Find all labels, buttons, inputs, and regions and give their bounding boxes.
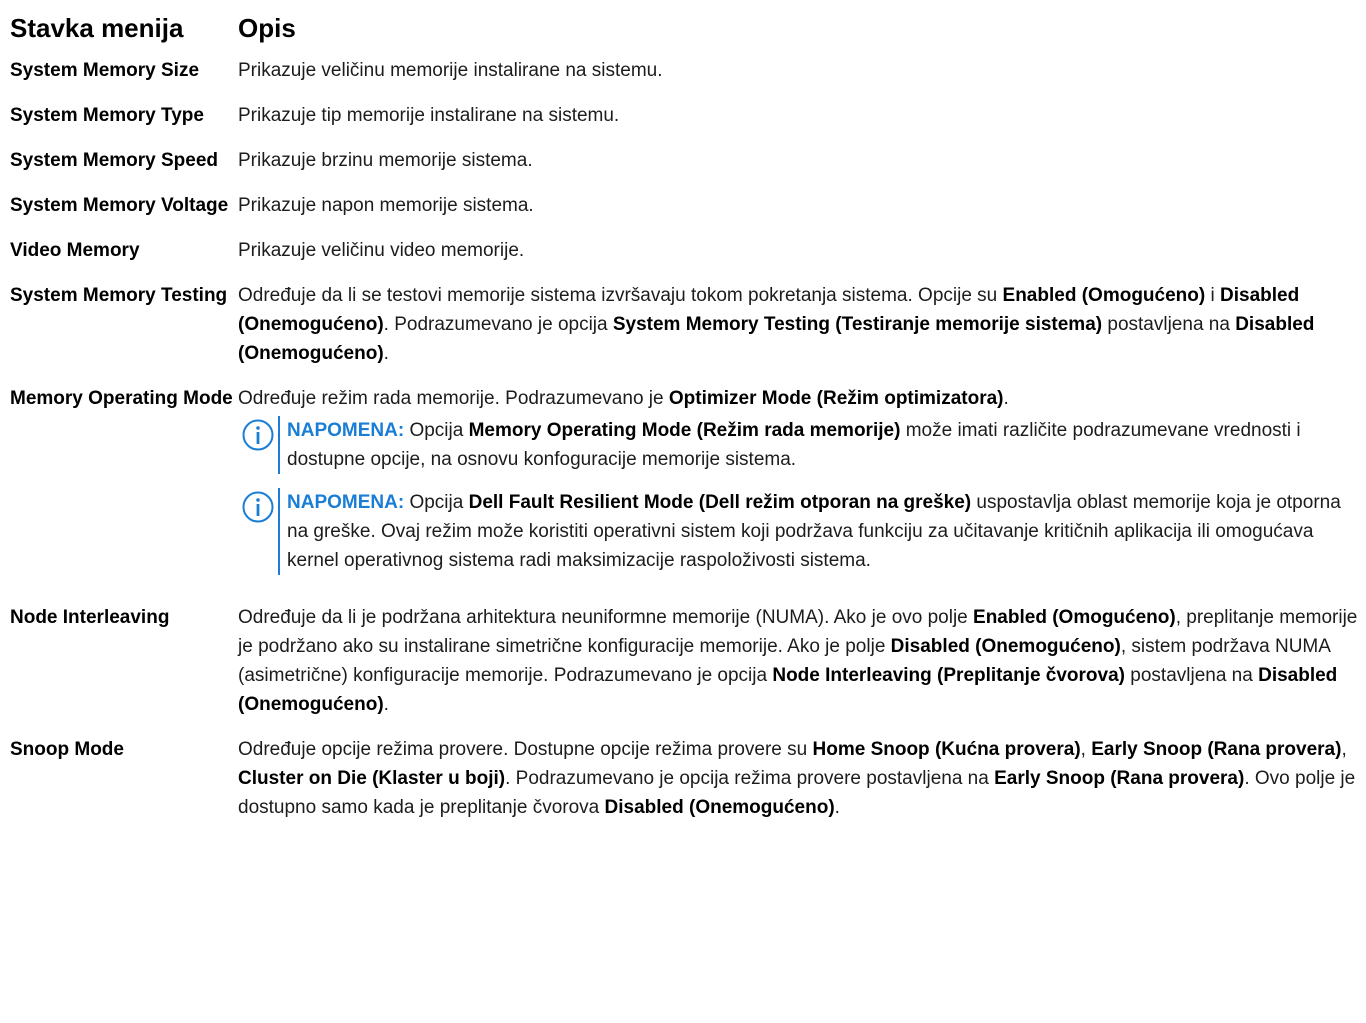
menu-item-description: Određuje da li se testovi memorije siste… bbox=[238, 285, 1315, 364]
table-row: System Memory Voltage Prikazuje napon me… bbox=[10, 191, 1366, 220]
menu-item-description: Određuje režim rada memorije. Podrazumev… bbox=[238, 384, 1366, 575]
menu-item-description: Određuje opcije režima provere. Dostupne… bbox=[238, 739, 1356, 818]
menu-item-description: Prikazuje napon memorije sistema. bbox=[238, 195, 534, 216]
settings-table: Stavka menija Opis System Memory Size Pr… bbox=[0, 0, 1366, 822]
menu-item-name: Memory Operating Mode bbox=[10, 388, 233, 409]
table-row: System Memory Size Prikazuje veličinu me… bbox=[10, 56, 1366, 85]
menu-item-description: Prikazuje veličinu video memorije. bbox=[238, 240, 525, 261]
table-row: Node Interleaving Određuje da li je podr… bbox=[10, 603, 1366, 719]
menu-item-name: System Memory Size bbox=[10, 60, 200, 81]
table-header: Stavka menija Opis bbox=[10, 10, 1366, 50]
table-row: System Memory Speed Prikazuje brzinu mem… bbox=[10, 146, 1366, 175]
table-row: System Memory Type Prikazuje tip memorij… bbox=[10, 101, 1366, 130]
note-box: NAPOMENA: Opcija Dell Fault Resilient Mo… bbox=[238, 488, 1366, 575]
note-box: NAPOMENA: Opcija Memory Operating Mode (… bbox=[238, 416, 1366, 474]
menu-item-name: Video Memory bbox=[10, 240, 140, 261]
menu-item-name: Snoop Mode bbox=[10, 739, 124, 760]
table-row: Snoop Mode Određuje opcije režima prover… bbox=[10, 735, 1366, 822]
note-label: NAPOMENA: bbox=[287, 420, 405, 441]
note-text: NAPOMENA: Opcija Dell Fault Resilient Mo… bbox=[278, 488, 1366, 575]
header-item-column: Stavka menija bbox=[10, 13, 184, 43]
menu-item-name: System Memory Voltage bbox=[10, 195, 229, 216]
info-circle-icon bbox=[242, 491, 274, 523]
table-row: Memory Operating Mode Određuje režim rad… bbox=[10, 384, 1366, 575]
menu-item-name: System Memory Testing bbox=[10, 285, 228, 306]
menu-item-description: Prikazuje brzinu memorije sistema. bbox=[238, 150, 533, 171]
menu-item-name: System Memory Speed bbox=[10, 150, 219, 171]
info-circle-icon bbox=[242, 419, 274, 451]
table-row: System Memory Testing Određuje da li se … bbox=[10, 281, 1366, 368]
table-row: Video Memory Prikazuje veličinu video me… bbox=[10, 236, 1366, 265]
header-description-column: Opis bbox=[238, 13, 296, 43]
menu-item-description: Prikazuje veličinu memorije instalirane … bbox=[238, 60, 663, 81]
note-text: NAPOMENA: Opcija Memory Operating Mode (… bbox=[278, 416, 1366, 474]
menu-item-description: Prikazuje tip memorije instalirane na si… bbox=[238, 105, 620, 126]
menu-item-name: System Memory Type bbox=[10, 105, 204, 126]
note-label: NAPOMENA: bbox=[287, 492, 405, 513]
menu-item-description: Određuje da li je podržana arhitektura n… bbox=[238, 607, 1358, 715]
menu-item-name: Node Interleaving bbox=[10, 607, 170, 628]
